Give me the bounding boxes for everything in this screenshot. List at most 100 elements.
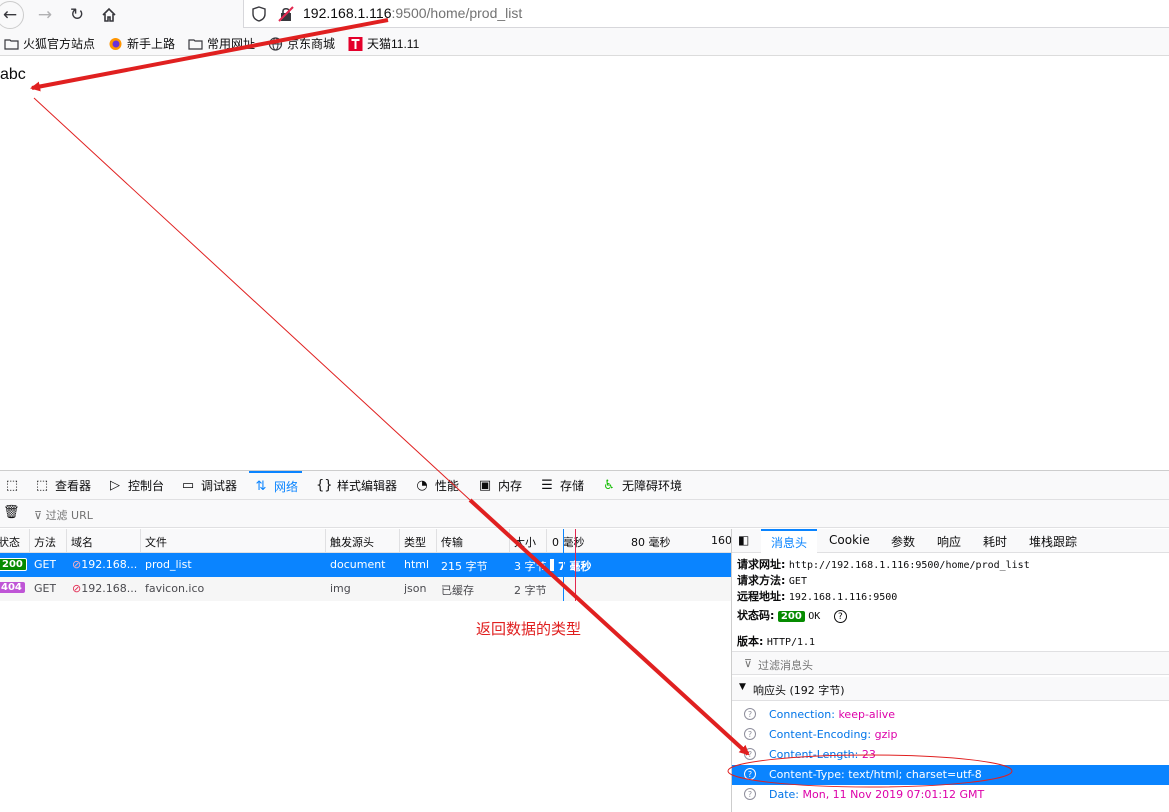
help-icon: ? <box>744 768 756 780</box>
insecure-lock-icon: ⊘ <box>72 558 82 571</box>
remote-address-row: 远程地址: 192.168.1.116:9500 <box>737 590 898 603</box>
filter-funnel-icon: ⊽ <box>744 657 753 670</box>
help-icon[interactable]: ? <box>833 610 847 623</box>
bookmark-label: 新手上路 <box>127 37 176 51</box>
forward-button[interactable]: → <box>33 3 57 27</box>
tab-label: 性能 <box>435 479 460 493</box>
bookmark-label: 天猫11.11 <box>367 37 420 51</box>
tracking-shield-icon[interactable] <box>252 6 266 22</box>
network-icon: ⇅ <box>255 479 267 494</box>
tab-stack-trace[interactable]: 堆栈跟踪 <box>1029 533 1077 550</box>
storage-icon: ☰ <box>541 478 553 493</box>
bookmark-firefox-site[interactable]: 火狐官方站点 <box>4 35 95 52</box>
tab-accessibility[interactable]: ♿ 无障碍环境 <box>597 471 686 500</box>
request-file: favicon.ico <box>145 582 205 595</box>
request-size: 3 字节 <box>514 560 546 573</box>
tab-performance[interactable]: ◔ 性能 <box>410 471 463 500</box>
filter-headers-input[interactable]: ⊽ 过滤消息头 <box>732 651 1169 675</box>
column-size[interactable]: 大小 <box>514 534 536 550</box>
tab-storage[interactable]: ☰ 存储 <box>535 471 588 500</box>
url-text: 192.168.1.116:9500/home/prod_list <box>303 5 523 21</box>
inspector-icon: ⬚ <box>35 478 49 493</box>
reload-button[interactable]: ↻ <box>65 3 89 27</box>
request-method: GET <box>34 582 57 595</box>
request-size: 2 字节 <box>514 584 546 597</box>
bookmark-label: 火狐官方站点 <box>23 37 96 51</box>
filter-funnel-icon: ⊽ <box>34 509 46 522</box>
request-cause: document <box>330 558 386 571</box>
status-badge: 404 <box>0 582 25 593</box>
tab-label: 调试器 <box>201 479 238 493</box>
element-picker-button[interactable]: ⬚ <box>0 471 24 500</box>
header-row[interactable]: ? Connection: keep-alive <box>732 705 1169 725</box>
tab-console[interactable]: ▷ 控制台 <box>103 471 168 500</box>
column-transferred[interactable]: 传输 <box>441 534 463 550</box>
filter-url-input[interactable]: ⊽ 过滤 URL <box>34 507 93 523</box>
tab-label: 样式编辑器 <box>337 479 398 493</box>
console-icon: ▷ <box>110 478 120 493</box>
request-row[interactable]: 404 GET ⊘192.168.... favicon.ico img jso… <box>0 577 731 601</box>
tab-label: 网络 <box>274 480 299 494</box>
help-icon: ? <box>744 728 756 740</box>
response-headers-section[interactable]: ▼ 响应头 (192 字节) <box>732 677 1169 701</box>
timeline-tick: 0 毫秒 <box>552 536 585 549</box>
help-icon: ? <box>744 748 756 760</box>
bookmark-common-sites[interactable]: 常用网址 <box>188 35 255 52</box>
column-status[interactable]: 状态 <box>0 534 20 550</box>
tab-inspector[interactable]: ⬚ 查看器 <box>30 471 95 500</box>
tab-label: 内存 <box>498 479 523 493</box>
tab-cookies[interactable]: Cookie <box>829 533 870 547</box>
forward-arrow-icon: → <box>37 5 53 25</box>
home-button[interactable] <box>97 3 121 27</box>
url-bar[interactable]: 192.168.1.116:9500/home/prod_list <box>243 0 1169 28</box>
bookmark-jd[interactable]: 京东商城 <box>268 35 335 52</box>
request-type: json <box>404 582 427 595</box>
tab-params[interactable]: 参数 <box>891 533 915 550</box>
column-domain[interactable]: 域名 <box>71 534 93 550</box>
header-row[interactable]: ? Content-Type: text/html; charset=utf-8 <box>732 765 1169 785</box>
tab-label: 查看器 <box>55 479 92 493</box>
help-icon: ? <box>744 788 756 800</box>
bookmark-label: 京东商城 <box>287 37 336 51</box>
column-type[interactable]: 类型 <box>404 534 426 550</box>
header-row[interactable]: ? Date: Mon, 11 Nov 2019 07:01:12 GMT <box>732 785 1169 805</box>
status-badge: 200 <box>777 611 805 622</box>
tab-headers[interactable]: 消息头 <box>761 529 818 553</box>
debugger-icon: ▭ <box>181 478 195 493</box>
request-row[interactable]: 200 GET ⊘192.168.... prod_list document … <box>0 553 731 577</box>
tab-network[interactable]: ⇅ 网络 <box>249 471 303 500</box>
header-row[interactable]: ? Content-Length: 23 <box>732 745 1169 765</box>
bookmarks-toolbar: 火狐官方站点 新手上路 常用网址 京东商城 天猫11.11 <box>0 30 1169 56</box>
column-file[interactable]: 文件 <box>145 534 167 550</box>
tab-timings[interactable]: 耗时 <box>983 533 1007 550</box>
network-toolbar: 🗑 ⊽ 过滤 URL <box>0 500 1169 528</box>
column-cause[interactable]: 触发源头 <box>330 534 374 550</box>
back-button[interactable]: ← <box>0 1 24 29</box>
bookmark-getting-started[interactable]: 新手上路 <box>108 35 175 52</box>
braces-icon: {} <box>316 478 333 493</box>
picker-icon: ⬚ <box>5 478 19 493</box>
bookmark-tmall[interactable]: 天猫11.11 <box>348 35 419 52</box>
annotation-thin-line <box>33 97 471 501</box>
tab-response[interactable]: 响应 <box>937 533 961 550</box>
timeline-tick: 80 毫秒 <box>631 536 671 549</box>
status-code-row: 状态码: 200 OK ? <box>737 607 847 623</box>
header-row[interactable]: ? Content-Encoding: gzip <box>732 725 1169 745</box>
home-icon <box>102 7 116 22</box>
request-domain: ⊘192.168.... <box>72 582 138 595</box>
insecure-lock-icon: ⊘ <box>72 582 82 595</box>
help-icon: ? <box>744 708 756 720</box>
tab-debugger[interactable]: ▭ 调试器 <box>176 471 241 500</box>
request-table-header: 状态 方法 域名 文件 触发源头 类型 传输 大小 0 毫秒 80 毫秒 160 <box>0 529 732 553</box>
column-method[interactable]: 方法 <box>34 534 56 550</box>
section-title: 响应头 (192 字节) <box>753 684 845 697</box>
tab-style-editor[interactable]: {} 样式编辑器 <box>312 471 401 500</box>
insecure-lock-icon[interactable] <box>278 6 294 22</box>
request-details-panel: ◧ 消息头 Cookie 参数 响应 耗时 堆栈跟踪 请求网址: http://… <box>731 529 1169 812</box>
request-cause: img <box>330 582 351 595</box>
toggle-panel-icon[interactable]: ◧ <box>738 533 749 547</box>
tab-memory[interactable]: ▣ 内存 <box>473 471 526 500</box>
request-file: prod_list <box>145 558 192 571</box>
request-domain: ⊘192.168.... <box>72 558 138 571</box>
trash-icon[interactable]: 🗑 <box>3 505 20 520</box>
